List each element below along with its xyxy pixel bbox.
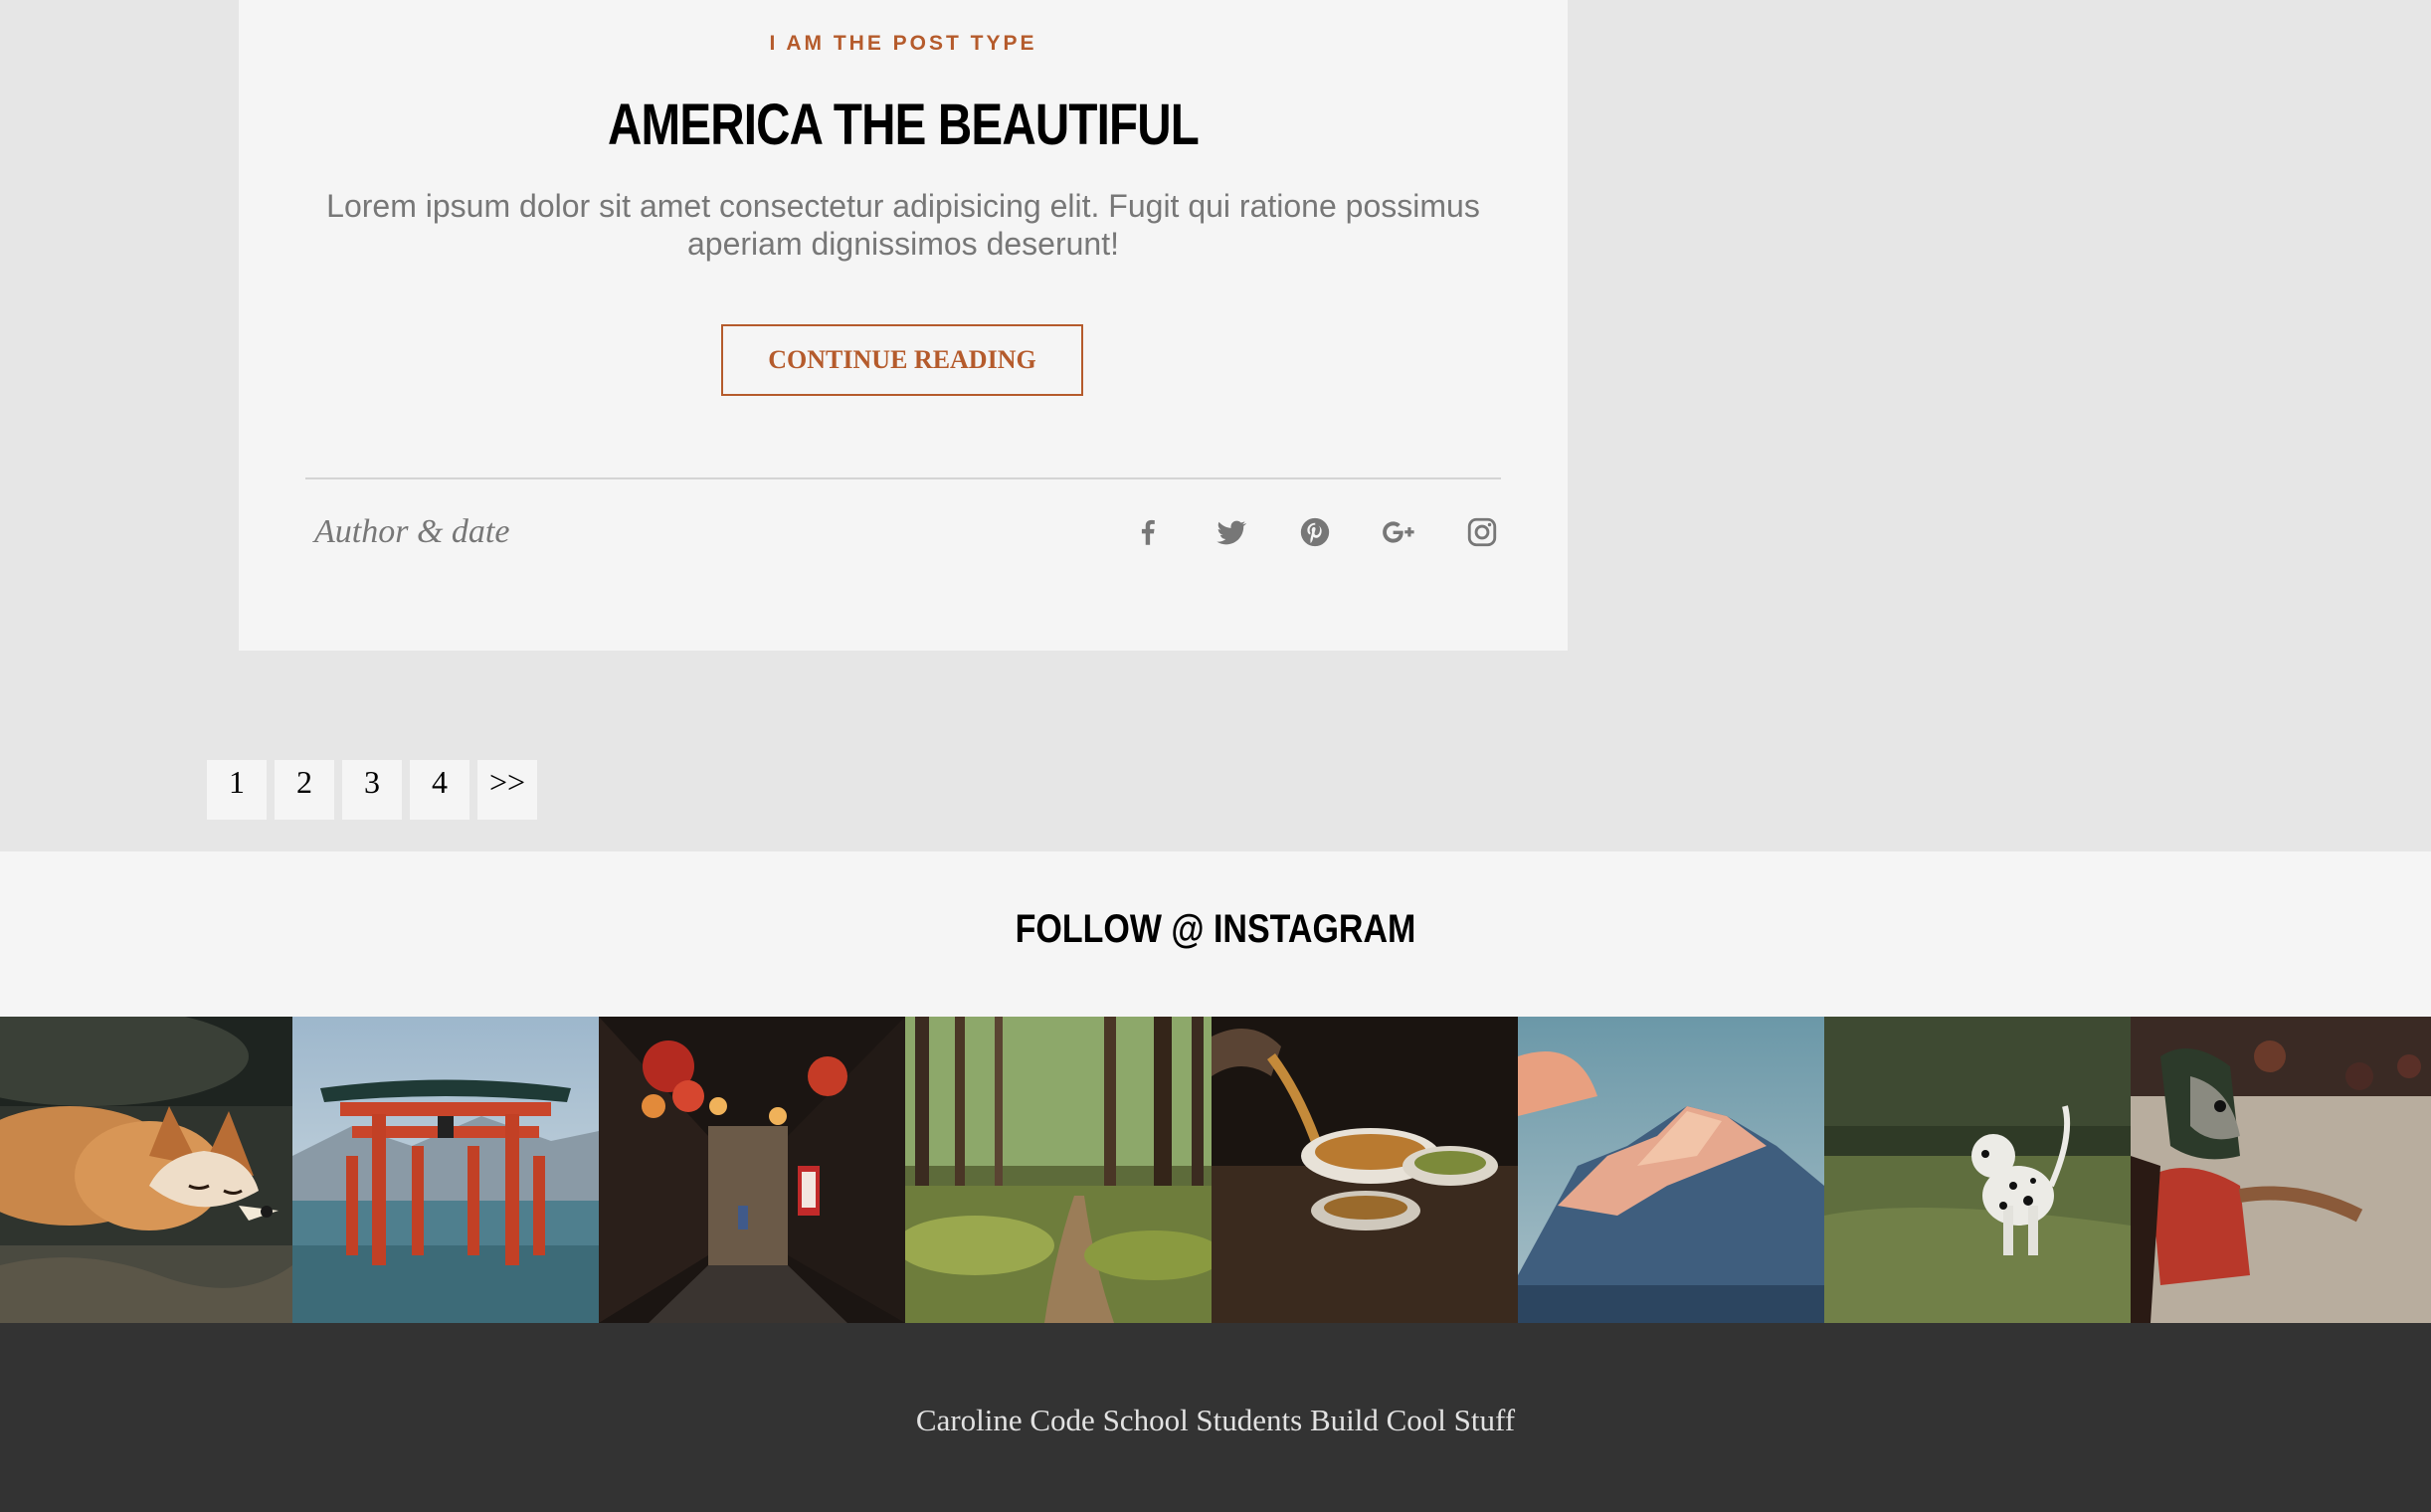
- instagram-photo-fox[interactable]: [0, 1017, 292, 1323]
- instagram-photo-forest[interactable]: [905, 1017, 1212, 1323]
- instagram-icon[interactable]: [1462, 512, 1502, 552]
- instagram-photo-tea[interactable]: [1212, 1017, 1518, 1323]
- instagram-photo-torii[interactable]: [292, 1017, 599, 1323]
- facebook-icon[interactable]: [1128, 512, 1168, 552]
- instagram-photo-dalmatian[interactable]: [1824, 1017, 2131, 1323]
- divider: [305, 477, 1501, 479]
- page-4-button[interactable]: 4: [410, 760, 469, 820]
- page-1-button[interactable]: 1: [207, 760, 267, 820]
- instagram-title: FOLLOW @ INSTAGRAM: [1015, 907, 1416, 951]
- google-plus-icon[interactable]: [1379, 512, 1418, 552]
- continue-reading-button[interactable]: CONTINUE READING: [721, 324, 1083, 396]
- page-3-button[interactable]: 3: [342, 760, 402, 820]
- instagram-gallery: [0, 1017, 2431, 1323]
- footer: Caroline Code School Students Build Cool…: [0, 1323, 2431, 1512]
- pagination: 1 2 3 4 >>: [207, 760, 537, 820]
- post-card: I AM THE POST TYPE AMERICA THE BEAUTIFUL…: [239, 0, 1568, 651]
- twitter-icon[interactable]: [1212, 512, 1251, 552]
- author-date: Author & date: [314, 513, 510, 550]
- instagram-photo-mountain[interactable]: [1518, 1017, 1824, 1323]
- page-2-button[interactable]: 2: [275, 760, 334, 820]
- post-type-label: I AM THE POST TYPE: [769, 32, 1037, 55]
- footer-text: Caroline Code School Students Build Cool…: [915, 1403, 1516, 1437]
- instagram-section: FOLLOW @ INSTAGRAM: [0, 851, 2431, 1017]
- pinterest-icon[interactable]: [1295, 512, 1335, 552]
- instagram-photo-alley[interactable]: [599, 1017, 905, 1323]
- next-page-button[interactable]: >>: [477, 760, 537, 820]
- post-excerpt: Lorem ipsum dolor sit amet consectetur a…: [326, 188, 1480, 262]
- instagram-photo-dancer[interactable]: [2131, 1017, 2431, 1323]
- post-title[interactable]: AMERICA THE BEAUTIFUL: [358, 92, 1448, 158]
